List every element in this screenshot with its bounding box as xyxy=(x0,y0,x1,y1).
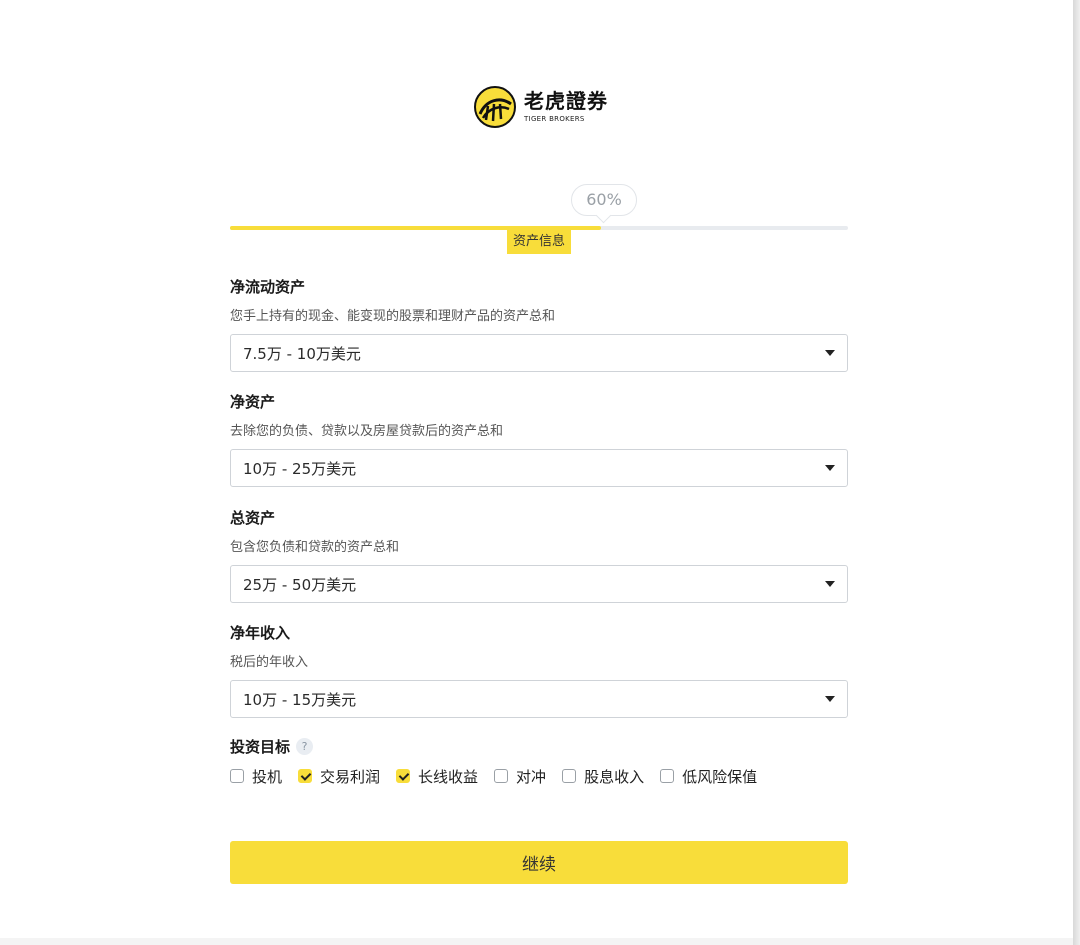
caret-down-icon xyxy=(825,696,835,702)
select-value: 10万 - 15万美元 xyxy=(243,691,357,709)
tiger-logo-icon xyxy=(474,86,516,128)
progress-percent: 60% xyxy=(571,184,637,216)
goal-option[interactable]: 交易利润 xyxy=(298,766,380,787)
goal-label: 投机 xyxy=(252,767,283,786)
caret-down-icon xyxy=(825,465,835,471)
goal-label: 股息收入 xyxy=(584,767,645,786)
checkbox[interactable] xyxy=(562,769,577,783)
help-icon[interactable]: ? xyxy=(296,738,314,755)
caret-down-icon xyxy=(825,581,835,587)
goal-label: 对冲 xyxy=(516,767,547,786)
goal-option[interactable]: 长线收益 xyxy=(396,766,478,787)
field-title: 总资产 xyxy=(230,509,276,527)
goal-option[interactable]: 股息收入 xyxy=(562,766,644,787)
goal-option[interactable]: 对冲 xyxy=(494,766,546,787)
net-liquid-assets-select[interactable]: 7.5万 - 10万美元 xyxy=(230,334,848,372)
window-edge-bottom xyxy=(0,938,1073,945)
select-value: 10万 - 25万美元 xyxy=(243,460,357,478)
field-title: 净年收入 xyxy=(230,624,291,642)
field-title: 净资产 xyxy=(230,393,276,411)
brand-logo: 老虎證券 TIGER BROKERS xyxy=(474,86,608,128)
select-value: 25万 - 50万美元 xyxy=(243,576,357,594)
investment-goals-group: 投机 交易利润 长线收益 对冲 股息收入 低风险保值 xyxy=(230,766,773,786)
goals-title-text: 投资目标 xyxy=(230,738,291,756)
select-value: 7.5万 - 10万美元 xyxy=(243,345,361,363)
field-description: 去除您的负债、贷款以及房屋贷款后的资产总和 xyxy=(230,424,504,439)
continue-button[interactable]: 继续 xyxy=(230,841,848,884)
investment-goals-title: 投资目标 ? xyxy=(230,736,314,757)
brand-name-en: TIGER BROKERS xyxy=(524,115,585,123)
checkbox[interactable] xyxy=(396,769,411,783)
net-assets-select[interactable]: 10万 - 25万美元 xyxy=(230,449,848,487)
checkbox[interactable] xyxy=(298,769,313,783)
goal-option[interactable]: 投机 xyxy=(230,766,282,787)
checkbox[interactable] xyxy=(494,769,509,783)
goal-option[interactable]: 低风险保值 xyxy=(660,766,757,787)
field-description: 您手上持有的现金、能变现的股票和理财产品的资产总和 xyxy=(230,309,556,324)
net-annual-income-select[interactable]: 10万 - 15万美元 xyxy=(230,680,848,718)
goal-label: 长线收益 xyxy=(418,767,479,786)
brand-name-cn: 老虎證券 xyxy=(524,89,608,113)
field-description: 包含您负债和贷款的资产总和 xyxy=(230,540,400,555)
caret-down-icon xyxy=(825,350,835,356)
field-title: 净流动资产 xyxy=(230,278,306,296)
total-assets-select[interactable]: 25万 - 50万美元 xyxy=(230,565,848,603)
window-edge-right xyxy=(1073,0,1080,945)
goal-label: 交易利润 xyxy=(320,767,381,786)
step-label: 资产信息 xyxy=(507,229,571,254)
checkbox[interactable] xyxy=(230,769,244,783)
checkbox[interactable] xyxy=(660,769,675,783)
goal-label: 低风险保值 xyxy=(682,767,758,786)
field-description: 税后的年收入 xyxy=(230,655,309,670)
